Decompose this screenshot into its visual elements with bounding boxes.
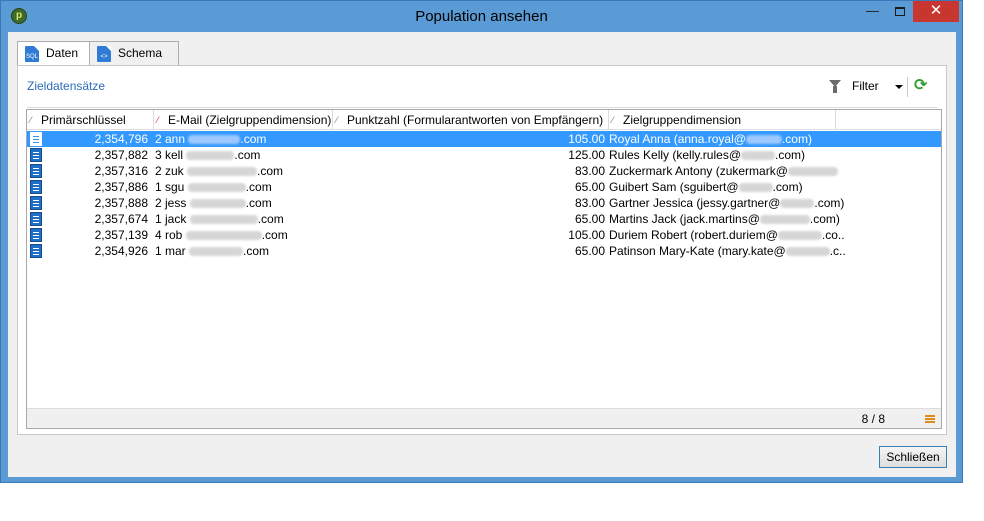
record-count: 8 / 8 (861, 412, 885, 426)
refresh-icon[interactable]: ⟳ (914, 78, 930, 94)
cell-primary-key: 2,357,882 (94, 148, 148, 162)
chevron-down-icon[interactable] (895, 85, 903, 89)
cell-primary-key: 2,357,674 (94, 212, 148, 226)
cell-target: Guibert Sam (sguibert@ .com) (609, 180, 803, 194)
maximize-button[interactable] (886, 1, 913, 22)
record-icon (30, 212, 42, 226)
table-row[interactable]: 2,357,316 2 zuk .com 83.00 Zuckermark An… (27, 163, 941, 179)
close-window-button[interactable]: ✕ (913, 1, 959, 22)
cell-primary-key: 2,357,316 (94, 164, 148, 178)
tab-daten-label: Daten (46, 46, 79, 60)
cell-target: Rules Kelly (kelly.rules@ .com) (609, 148, 805, 162)
record-icon (30, 180, 42, 194)
cell-target: Zuckermark Antony (zukermark@ (609, 163, 845, 179)
record-icon (30, 228, 42, 242)
filter-button[interactable]: Filter (852, 79, 879, 93)
table-row[interactable]: 2,357,886 1 sgu .com 65.00 Guibert Sam (… (27, 179, 941, 195)
grid-header: ⁄ Primärschlüssel ⁄ E-Mail (Zielgruppendim… (27, 110, 941, 130)
cell-target: Gartner Jessica (jessy.gartner@ .com) (609, 196, 845, 210)
cell-email: 1 mar .com (155, 244, 270, 258)
minimize-icon: — (866, 3, 879, 18)
table-row[interactable]: 2,357,888 2 jess .com 83.00 Gartner Jess… (27, 195, 941, 211)
records-grid: ⁄ Primärschlüssel ⁄ E-Mail (Zielgruppendim… (26, 109, 942, 429)
record-icon (30, 148, 42, 162)
list-menu-icon[interactable] (925, 415, 935, 417)
cell-email: 1 jack .com (155, 212, 284, 226)
divider (27, 107, 937, 108)
tab-daten[interactable]: SQL Daten (17, 41, 90, 66)
table-row[interactable]: 2,354,926 1 mar .com 65.00 Patinson Mary… (27, 243, 941, 259)
title-bar[interactable]: p Population ansehen — ✕ (1, 1, 962, 32)
cell-email: 1 sgu .com (155, 180, 272, 194)
cell-primary-key: 2,354,926 (94, 244, 148, 258)
cell-email: 2 ann .com (155, 132, 267, 146)
cell-score: 65.00 (574, 180, 605, 194)
sort-icon: ⁄ (336, 115, 338, 125)
table-row[interactable]: 2,357,139 4 rob .com 105.00 Duriem Rober… (27, 227, 941, 243)
cell-email: 2 zuk .com (155, 164, 284, 178)
cell-email: 2 jess .com (155, 196, 272, 210)
column-header-email[interactable]: ⁄ E-Mail (Zielgruppendimension) (154, 110, 333, 130)
cell-score: 83.00 (574, 196, 605, 210)
tab-schema[interactable]: <> Schema (89, 41, 179, 65)
toolbar-separator (907, 77, 908, 97)
column-header-score[interactable]: ⁄ Punktzahl (Formularantworten von Empfän… (333, 110, 609, 130)
cell-target: Martins Jack (jack.martins@ .com) (609, 212, 840, 226)
record-icon (30, 196, 42, 210)
filter-icon[interactable] (829, 80, 841, 94)
table-row[interactable]: 2,357,674 1 jack .com 65.00 Martins Jack… (27, 211, 941, 227)
sort-icon: ⁄ (612, 115, 614, 125)
cell-score: 65.00 (574, 244, 605, 258)
cell-primary-key: 2,357,886 (94, 180, 148, 194)
cell-score: 105.00 (568, 228, 605, 242)
cell-score: 125.00 (568, 148, 605, 162)
sort-icon: ⁄ (30, 115, 32, 125)
cell-target: Patinson Mary-Kate (mary.kate@.c... (609, 244, 845, 258)
cell-primary-key: 2,354,796 (94, 132, 148, 146)
cell-score: 83.00 (574, 164, 605, 178)
panel-title[interactable]: Zieldatensätze (27, 79, 105, 93)
cell-email: 4 rob .com (155, 228, 288, 242)
cell-primary-key: 2,357,888 (94, 196, 148, 210)
table-row[interactable]: 2,354,796 2 ann .com 105.00 Royal Anna (… (27, 131, 941, 147)
record-icon (30, 132, 42, 146)
column-header-primary-key[interactable]: ⁄ Primärschlüssel (27, 110, 154, 130)
record-icon (30, 164, 42, 178)
sql-file-icon: SQL (25, 46, 39, 62)
dialog-window: p Population ansehen — ✕ SQL Daten <> Sc… (0, 0, 963, 483)
schema-file-icon: <> (97, 46, 111, 62)
cell-primary-key: 2,357,139 (94, 228, 148, 242)
column-header-target-dimension[interactable]: ⁄ Zielgruppendimension (609, 110, 836, 130)
close-icon: ✕ (929, 2, 943, 19)
cell-email: 3 kell .com (155, 148, 261, 162)
minimize-button[interactable]: — (859, 1, 886, 22)
close-button[interactable]: Schließen (879, 446, 947, 468)
cell-score: 105.00 (568, 132, 605, 146)
window-title: Population ansehen (415, 8, 548, 25)
table-row[interactable]: 2,357,882 3 kell .com 125.00 Rules Kelly… (27, 147, 941, 163)
cell-score: 65.00 (574, 212, 605, 226)
grid-rows: 2,354,796 2 ann .com 105.00 Royal Anna (… (27, 131, 941, 259)
grid-footer: 8 / 8 (27, 408, 941, 428)
cell-target: Duriem Robert (robert.duriem@.co... (609, 228, 845, 242)
dialog-client: SQL Daten <> Schema Zieldatensätze Filte… (8, 32, 956, 477)
record-icon (30, 244, 42, 258)
data-panel: Zieldatensätze Filter ⟳ ⁄ Primärschlüssel… (17, 65, 947, 435)
cell-target: Royal Anna (anna.royal@ .com) (609, 132, 812, 146)
maximize-icon (894, 7, 905, 17)
sort-icon: ⁄ (157, 115, 159, 125)
tab-schema-label: Schema (118, 46, 163, 60)
